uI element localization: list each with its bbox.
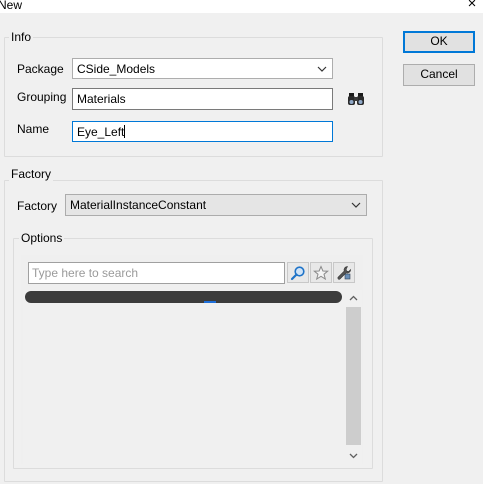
new-dialog: New × OK Cancel Info Package CSide_Model… [0, 0, 483, 484]
wrench-icon [337, 266, 351, 280]
ok-button-label: OK [430, 34, 448, 48]
package-dropdown[interactable]: CSide_Models [72, 58, 333, 79]
name-label: Name [17, 122, 50, 136]
text-caret [124, 125, 126, 138]
cancel-button-label: Cancel [420, 67, 458, 81]
redacted-link-fragment [204, 301, 216, 303]
scroll-up-button[interactable] [345, 290, 362, 307]
factory-value: MaterialInstanceConstant [70, 198, 207, 212]
chevron-up-icon [349, 295, 358, 301]
package-label: Package [17, 62, 64, 76]
name-value: Eye_Left [77, 125, 125, 139]
grouping-field[interactable]: Materials [72, 88, 333, 110]
scroll-down-button[interactable] [345, 447, 362, 464]
factory-dropdown[interactable]: MaterialInstanceConstant [65, 194, 367, 216]
tools-button[interactable] [333, 262, 355, 283]
options-property-list[interactable] [23, 290, 345, 464]
magnifier-icon [290, 266, 305, 281]
grouping-label: Grouping [17, 90, 67, 104]
chevron-down-icon [317, 66, 327, 72]
options-legend: Options [19, 231, 65, 245]
factory-label: Factory [17, 199, 58, 213]
factory-legend: Factory [9, 167, 54, 181]
redacted-row [25, 291, 342, 303]
package-value: CSide_Models [77, 62, 156, 76]
options-search-box[interactable] [28, 262, 285, 284]
name-field[interactable]: Eye_Left [72, 121, 333, 142]
cancel-button[interactable]: Cancel [403, 64, 475, 86]
star-icon [313, 265, 329, 281]
binoculars-icon [348, 93, 364, 105]
options-search-input[interactable] [29, 263, 284, 283]
title-bar: New × [0, 0, 483, 13]
search-button[interactable] [287, 262, 309, 283]
scroll-thumb[interactable] [346, 307, 361, 445]
favorite-button[interactable] [310, 262, 332, 283]
grouping-value: Materials [77, 92, 126, 106]
info-legend: Info [9, 30, 34, 44]
ok-button[interactable]: OK [403, 31, 475, 53]
window-title: New [0, 0, 23, 12]
close-icon[interactable]: × [466, 0, 478, 11]
chevron-down-icon [349, 453, 358, 459]
browse-button[interactable] [344, 88, 366, 110]
chevron-down-icon [351, 202, 361, 208]
options-scrollbar[interactable] [345, 290, 362, 464]
